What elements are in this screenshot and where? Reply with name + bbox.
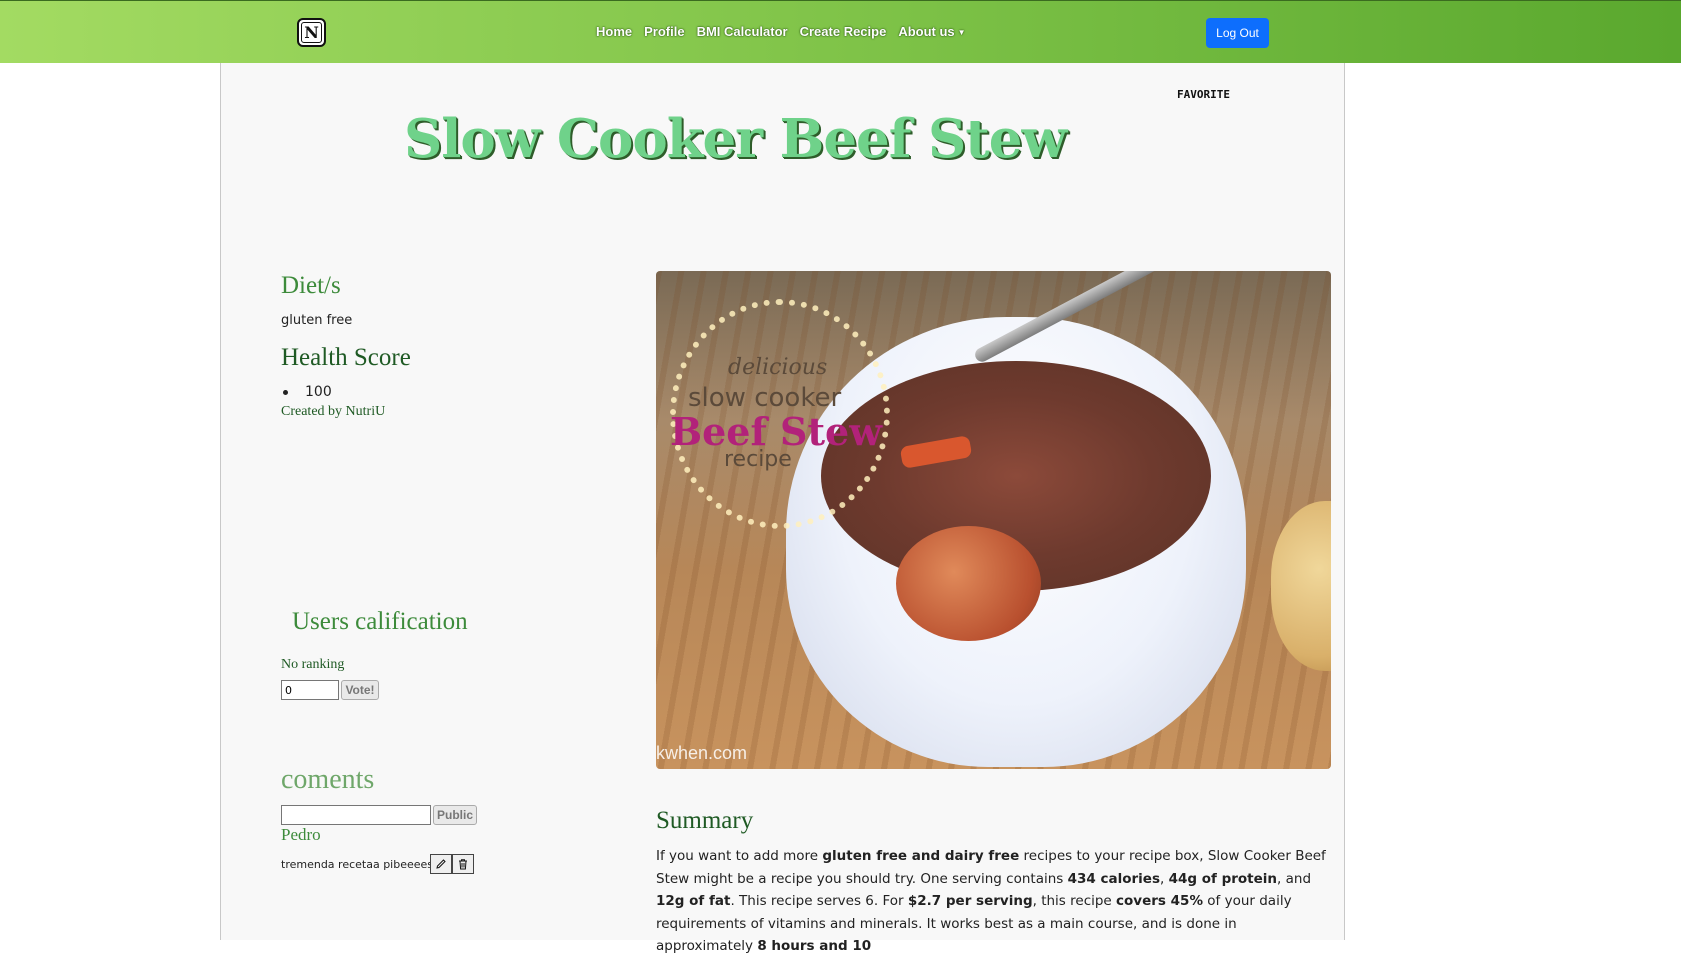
summary-part: , this recipe	[1032, 893, 1117, 909]
delete-comment-button[interactable]	[452, 854, 474, 874]
nav-link-bmi-calculator[interactable]: BMI Calculator	[697, 24, 788, 39]
nav-link-create-recipe[interactable]: Create Recipe	[800, 24, 887, 39]
summary-part: If you want to add more	[656, 848, 823, 864]
logo-letter: N	[301, 22, 322, 43]
health-score-list: 100	[281, 384, 332, 400]
diet-heading: Diet/s	[281, 272, 341, 299]
logout-button[interactable]: Log Out	[1206, 18, 1269, 48]
caret-down-icon: ▼	[957, 28, 966, 38]
nav-link-profile[interactable]: Profile	[644, 24, 684, 39]
nav-links: Home Profile BMI Calculator Create Recip…	[596, 24, 966, 39]
summary-text: If you want to add more gluten free and …	[656, 845, 1336, 958]
summary-bold: 434 calories	[1067, 870, 1160, 887]
health-score-heading: Health Score	[281, 344, 411, 371]
publish-comment-button[interactable]: Public	[433, 805, 477, 825]
summary-bold: 8 hours and 10	[757, 938, 872, 954]
vote-input[interactable]	[281, 680, 339, 700]
favorite-button[interactable]: FAVORITE	[1177, 88, 1230, 101]
summary-bold: 12g of fat	[656, 893, 731, 909]
brand-logo-icon[interactable]: N	[297, 18, 326, 47]
nav-link-about-us-label: About us	[898, 24, 955, 39]
comment-text: tremenda recetaa pibeeeess	[281, 858, 439, 871]
recipe-title: Slow Cooker Beef Stew	[404, 108, 1067, 170]
nav-link-home[interactable]: Home	[596, 24, 632, 39]
summary-part: . This recipe serves 6. For	[730, 893, 908, 909]
summary-bold: $2.7 per serving	[907, 893, 1033, 909]
bullet-icon	[283, 389, 288, 395]
health-score-value: 100	[305, 384, 332, 400]
summary-bold: covers 45%	[1116, 893, 1203, 909]
summary-bold: 44g of protein	[1168, 870, 1278, 887]
top-navbar: N Home Profile BMI Calculator Create Rec…	[0, 0, 1681, 63]
recipe-photo: delicious slow cooker Beef Stew recipe k…	[656, 271, 1331, 769]
diet-value: gluten free	[281, 313, 353, 328]
photo-caption-1: delicious	[728, 355, 828, 380]
nav-dropdown-about-us[interactable]: About us ▼	[898, 24, 965, 39]
created-by: Created by NutriU	[281, 404, 386, 419]
comments-heading: coments	[281, 764, 375, 795]
photo-potato	[896, 526, 1041, 641]
trash-icon	[459, 859, 467, 870]
comment-author: Pedro	[281, 825, 321, 844]
list-item: 100	[281, 384, 332, 400]
users-rating-heading: Users calification	[292, 608, 468, 635]
summary-bold: gluten free and dairy free	[822, 848, 1020, 864]
photo-caption-4: recipe	[724, 447, 792, 472]
rating-status: No ranking	[281, 657, 345, 672]
summary-part: , and	[1277, 870, 1312, 887]
comment-input[interactable]	[281, 805, 431, 825]
pencil-icon	[436, 859, 446, 869]
summary-heading: Summary	[656, 807, 754, 834]
summary-part: ,	[1159, 870, 1169, 887]
vote-button[interactable]: Vote!	[341, 680, 379, 700]
photo-watermark: kwhen.com	[656, 743, 748, 763]
edit-comment-button[interactable]	[430, 854, 452, 874]
